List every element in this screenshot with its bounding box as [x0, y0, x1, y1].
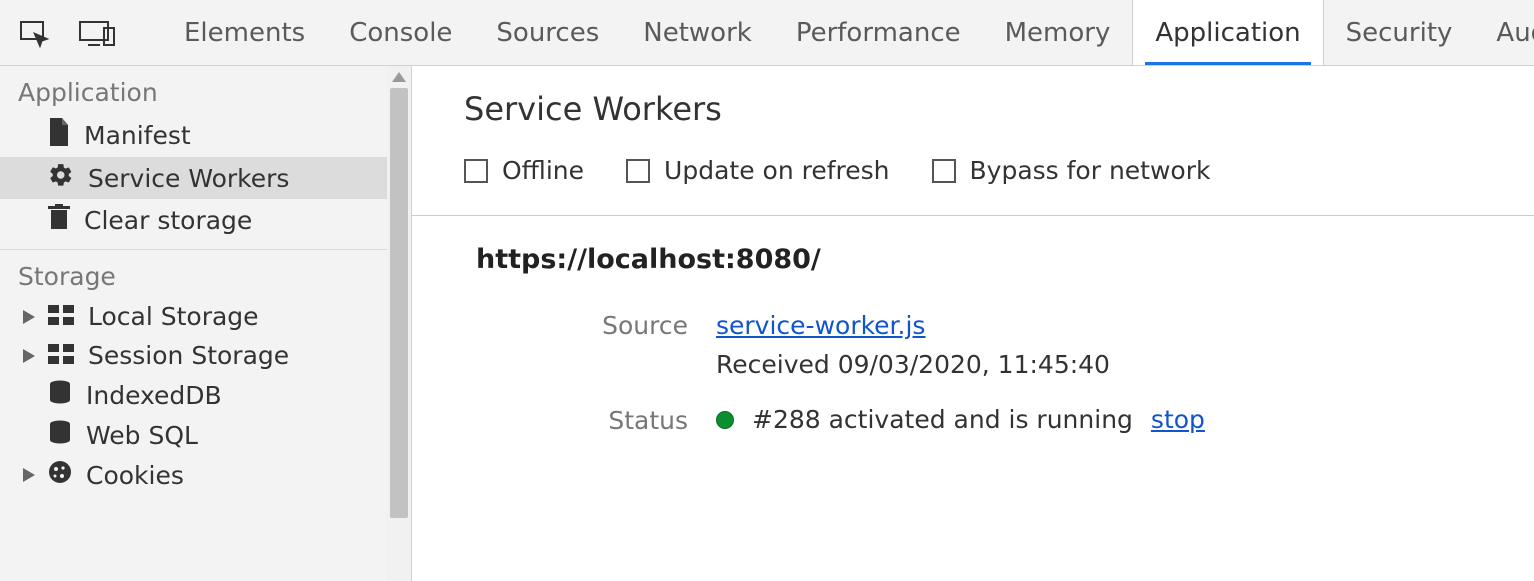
value-status: #288 activated and is running stop: [716, 405, 1205, 434]
sidebar-item-label: Service Workers: [88, 164, 289, 193]
tab-application[interactable]: Application: [1132, 0, 1323, 65]
sidebar-group-storage: Storage Local Storage: [0, 250, 387, 503]
file-icon: [48, 118, 70, 152]
tab-elements[interactable]: Elements: [162, 0, 327, 65]
sidebar-item-clear-storage[interactable]: Clear storage: [0, 199, 387, 241]
main-inner: Service Workers Offline Update on refres…: [412, 66, 1534, 215]
sidebar-item-web-sql[interactable]: Web SQL: [0, 415, 387, 455]
sidebar-item-session-storage[interactable]: Session Storage: [0, 336, 387, 375]
sidebar-item-label: Web SQL: [86, 421, 198, 450]
checkbox-update-on-refresh[interactable]: Update on refresh: [626, 156, 889, 185]
stop-link[interactable]: stop: [1151, 405, 1205, 434]
sidebar-item-manifest[interactable]: Manifest: [0, 113, 387, 157]
checkbox-box: [464, 159, 488, 183]
tab-console[interactable]: Console: [327, 0, 474, 65]
sidebar-item-label: Local Storage: [88, 302, 259, 331]
application-sidebar: Application Manifest Service Workers: [0, 66, 412, 581]
value-source: service-worker.js Received 09/03/2020, 1…: [716, 311, 1110, 379]
checkbox-label: Update on refresh: [664, 156, 889, 185]
service-worker-options: Offline Update on refresh Bypass for net…: [464, 156, 1534, 215]
status-text: #288 activated and is running: [752, 405, 1133, 434]
device-toolbar-icon[interactable]: [78, 18, 116, 48]
checkbox-bypass-for-network[interactable]: Bypass for network: [932, 156, 1211, 185]
row-source: Source service-worker.js Received 09/03/…: [476, 311, 1534, 379]
service-worker-detail: https://localhost:8080/ Source service-w…: [412, 216, 1534, 461]
checkbox-offline[interactable]: Offline: [464, 156, 584, 185]
sidebar-item-label: Session Storage: [88, 341, 289, 370]
sidebar-item-label: Cookies: [86, 461, 184, 490]
received-timestamp: Received 09/03/2020, 11:45:40: [716, 350, 1110, 379]
sidebar-item-label: Manifest: [84, 121, 191, 150]
checkbox-label: Bypass for network: [970, 156, 1211, 185]
toolbar-icon-group: [12, 17, 126, 49]
checkbox-box: [626, 159, 650, 183]
sidebar-item-local-storage[interactable]: Local Storage: [0, 297, 387, 336]
sidebar-group-title-application: Application: [0, 66, 387, 113]
expand-triangle-icon[interactable]: [20, 349, 38, 363]
table-icon: [48, 302, 74, 331]
database-icon: [48, 420, 72, 450]
checkbox-box: [932, 159, 956, 183]
cookie-icon: [48, 460, 72, 490]
devtools-tabs: Elements Console Sources Network Perform…: [162, 0, 1534, 65]
main-pane: Service Workers Offline Update on refres…: [412, 66, 1534, 581]
label-status: Status: [476, 406, 716, 435]
devtools-body: Application Manifest Service Workers: [0, 66, 1534, 581]
page-title: Service Workers: [464, 90, 1534, 128]
gear-icon: [48, 162, 74, 194]
row-status: Status #288 activated and is running sto…: [476, 405, 1534, 435]
status-dot-icon: [716, 411, 734, 429]
tab-network[interactable]: Network: [621, 0, 774, 65]
label-source: Source: [476, 311, 716, 340]
tab-security[interactable]: Security: [1324, 0, 1475, 65]
service-worker-origin: https://localhost:8080/: [476, 244, 1534, 275]
devtools-toolbar: Elements Console Sources Network Perform…: [0, 0, 1534, 66]
table-icon: [48, 341, 74, 370]
checkbox-label: Offline: [502, 156, 584, 185]
tab-memory[interactable]: Memory: [983, 0, 1133, 65]
tab-sources[interactable]: Sources: [474, 0, 621, 65]
sidebar-content: Application Manifest Service Workers: [0, 66, 387, 503]
expand-triangle-icon[interactable]: [20, 310, 38, 324]
sidebar-scrollbar[interactable]: [387, 66, 411, 581]
trash-icon: [48, 204, 70, 236]
source-file-link[interactable]: service-worker.js: [716, 311, 925, 340]
sidebar-group-title-storage: Storage: [0, 250, 387, 297]
database-icon: [48, 380, 72, 410]
sidebar-item-cookies[interactable]: Cookies: [0, 455, 387, 495]
scroll-up-arrow-icon[interactable]: [387, 66, 411, 88]
inspect-element-icon[interactable]: [18, 17, 50, 49]
tab-audits[interactable]: Audits: [1474, 0, 1534, 65]
scroll-thumb[interactable]: [390, 88, 408, 518]
sidebar-item-indexeddb[interactable]: IndexedDB: [0, 375, 387, 415]
sidebar-item-label: IndexedDB: [86, 381, 222, 410]
sidebar-group-application: Application Manifest Service Workers: [0, 66, 387, 250]
sidebar-item-label: Clear storage: [84, 206, 252, 235]
expand-triangle-icon[interactable]: [20, 468, 38, 482]
tab-performance[interactable]: Performance: [774, 0, 983, 65]
sidebar-item-service-workers[interactable]: Service Workers: [0, 157, 387, 199]
